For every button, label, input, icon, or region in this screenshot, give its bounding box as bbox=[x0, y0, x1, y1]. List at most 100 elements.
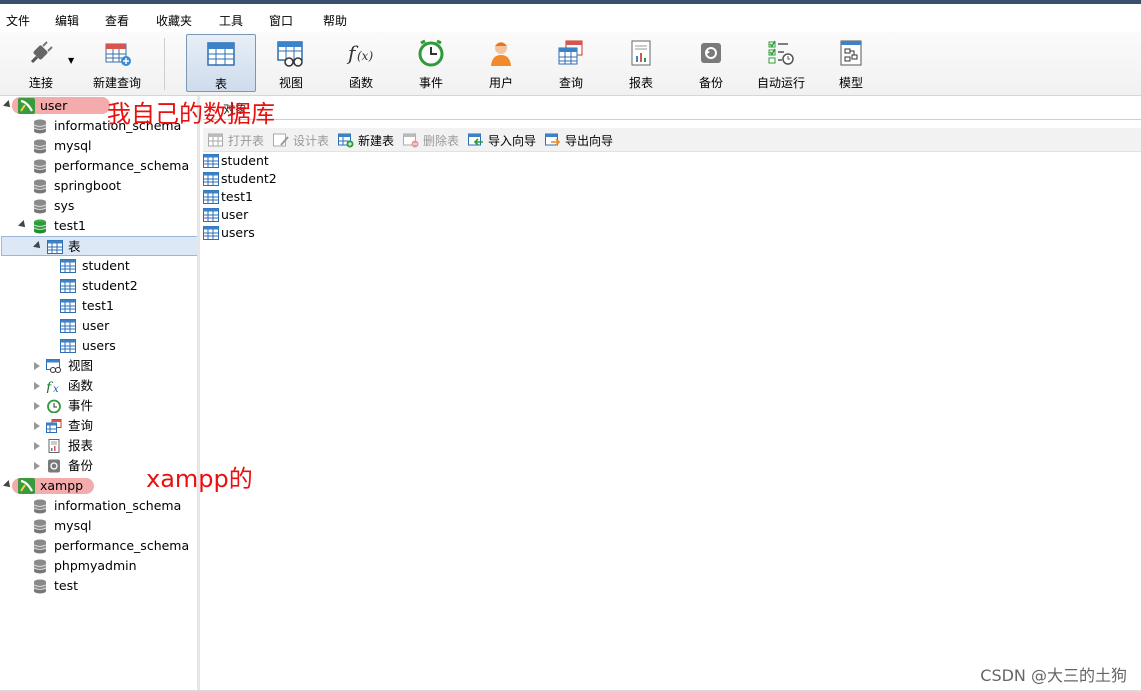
report-icon bbox=[631, 40, 651, 66]
database-item[interactable]: springboot bbox=[0, 176, 197, 196]
database-icon bbox=[33, 139, 47, 154]
database-label: information_schema bbox=[54, 498, 182, 513]
export-wizard-label: 导出向导 bbox=[565, 134, 614, 148]
expand-arrow-icon[interactable] bbox=[33, 241, 43, 251]
object-action-bar: 打开表 设计表 新建表 删除表 导入向导 导出向导 bbox=[203, 128, 1141, 152]
collapse-arrow-icon[interactable] bbox=[34, 362, 40, 370]
query-icon bbox=[558, 40, 583, 65]
backup-icon bbox=[48, 459, 60, 473]
database-item-open[interactable]: test1 bbox=[0, 216, 197, 236]
table-icon bbox=[60, 319, 76, 333]
collapse-arrow-icon[interactable] bbox=[34, 402, 40, 410]
functions-folder[interactable]: fx 函数 bbox=[0, 376, 197, 396]
table-icon bbox=[207, 42, 235, 66]
database-item[interactable]: phpmyadmin bbox=[0, 556, 197, 576]
new-table-button[interactable]: 新建表 bbox=[338, 132, 394, 150]
views-folder-label: 视图 bbox=[68, 358, 94, 373]
menu-favorites[interactable]: 收藏夹 bbox=[156, 12, 192, 29]
object-panel: 对象 打开表 设计表 新建表 删除表 导入向导 导出向导 student stu… bbox=[203, 96, 1141, 692]
navicat-window: 文件 编辑 查看 收藏夹 工具 窗口 帮助 ▼ 连接 新建查询 表 视图 f (… bbox=[0, 0, 1141, 692]
menu-tools[interactable]: 工具 bbox=[219, 12, 243, 29]
tables-folder-label: 表 bbox=[68, 239, 81, 254]
model-button[interactable]: 模型 bbox=[816, 34, 886, 92]
report-icon bbox=[48, 439, 60, 453]
table-item[interactable]: student2 bbox=[0, 276, 197, 296]
database-icon bbox=[33, 119, 47, 134]
menu-file[interactable]: 文件 bbox=[6, 12, 30, 29]
database-item[interactable]: performance_schema bbox=[0, 156, 197, 176]
dropdown-arrow-icon[interactable]: ▼ bbox=[68, 56, 74, 65]
design-table-icon bbox=[273, 133, 289, 147]
annotation-xampp: xampp的 bbox=[146, 465, 253, 493]
object-list-item[interactable]: users bbox=[203, 224, 255, 242]
database-item[interactable]: performance_schema bbox=[0, 536, 197, 556]
new-query-button[interactable]: 新建查询 bbox=[82, 34, 152, 92]
database-icon bbox=[33, 539, 47, 554]
connect-plug-icon bbox=[30, 41, 53, 64]
menu-view[interactable]: 查看 bbox=[105, 12, 129, 29]
menu-edit[interactable]: 编辑 bbox=[55, 12, 79, 29]
menu-window[interactable]: 窗口 bbox=[269, 12, 293, 29]
tables-folder[interactable]: 表 bbox=[1, 236, 197, 256]
database-label: sys bbox=[54, 198, 75, 213]
table-item[interactable]: student bbox=[0, 256, 197, 276]
database-label: performance_schema bbox=[54, 158, 190, 173]
reports-folder[interactable]: 报表 bbox=[0, 436, 197, 456]
design-table-button[interactable]: 设计表 bbox=[273, 132, 329, 150]
database-item[interactable]: mysql bbox=[0, 516, 197, 536]
function-label: 函数 bbox=[348, 76, 373, 90]
queries-folder[interactable]: 查询 bbox=[0, 416, 197, 436]
events-folder[interactable]: 事件 bbox=[0, 396, 197, 416]
database-item[interactable]: mysql bbox=[0, 136, 197, 156]
connection-label: xampp bbox=[40, 478, 84, 493]
connect-button[interactable]: ▼ 连接 bbox=[6, 34, 76, 92]
object-list-item[interactable]: student bbox=[203, 152, 269, 170]
table-icon bbox=[203, 208, 219, 222]
query-label: 查询 bbox=[558, 76, 583, 90]
database-item[interactable]: test bbox=[0, 576, 197, 596]
database-icon bbox=[33, 199, 47, 214]
collapse-arrow-icon[interactable] bbox=[34, 382, 40, 390]
expand-arrow-icon[interactable] bbox=[18, 220, 28, 230]
object-list-item[interactable]: test1 bbox=[203, 188, 253, 206]
collapse-arrow-icon[interactable] bbox=[34, 422, 40, 430]
table-item[interactable]: test1 bbox=[0, 296, 197, 316]
database-icon bbox=[33, 179, 47, 194]
import-wizard-button[interactable]: 导入向导 bbox=[468, 132, 536, 150]
collapse-arrow-icon[interactable] bbox=[34, 442, 40, 450]
user-button[interactable]: 用户 bbox=[466, 34, 536, 92]
table-label: test1 bbox=[82, 298, 114, 313]
report-button[interactable]: 报表 bbox=[606, 34, 676, 92]
mysql-connection-icon bbox=[18, 478, 35, 494]
event-button[interactable]: 事件 bbox=[396, 34, 466, 92]
main-toolbar: ▼ 连接 新建查询 表 视图 f (x) 函数 事件 用户 查询 报表 备份 自… bbox=[0, 32, 1141, 96]
table-label: users bbox=[82, 338, 116, 353]
object-label: student bbox=[221, 153, 269, 168]
collapse-arrow-icon[interactable] bbox=[34, 462, 40, 470]
table-item[interactable]: user bbox=[0, 316, 197, 336]
function-button[interactable]: f (x) 函数 bbox=[326, 34, 396, 92]
events-folder-label: 事件 bbox=[68, 398, 94, 413]
object-list-item[interactable]: user bbox=[203, 206, 248, 224]
object-list-item[interactable]: student2 bbox=[203, 170, 277, 188]
function-icon: fx bbox=[46, 380, 59, 393]
table-item[interactable]: users bbox=[0, 336, 197, 356]
delete-table-label: 删除表 bbox=[423, 134, 460, 148]
delete-table-button[interactable]: 删除表 bbox=[403, 132, 459, 150]
export-wizard-button[interactable]: 导出向导 bbox=[545, 132, 613, 150]
open-table-button[interactable]: 打开表 bbox=[208, 132, 264, 150]
table-button[interactable]: 表 bbox=[186, 34, 256, 92]
database-label: test bbox=[54, 578, 79, 593]
object-label: user bbox=[221, 207, 249, 222]
database-item[interactable]: information_schema bbox=[0, 496, 197, 516]
view-button[interactable]: 视图 bbox=[256, 34, 326, 92]
view-icon bbox=[46, 359, 61, 373]
object-label: users bbox=[221, 225, 255, 240]
database-label: phpmyadmin bbox=[54, 558, 137, 573]
database-item[interactable]: sys bbox=[0, 196, 197, 216]
query-button[interactable]: 查询 bbox=[536, 34, 606, 92]
autorun-button[interactable]: 自动运行 bbox=[746, 34, 816, 92]
backup-button[interactable]: 备份 bbox=[676, 34, 746, 92]
views-folder[interactable]: 视图 bbox=[0, 356, 197, 376]
menu-help[interactable]: 帮助 bbox=[323, 12, 347, 29]
